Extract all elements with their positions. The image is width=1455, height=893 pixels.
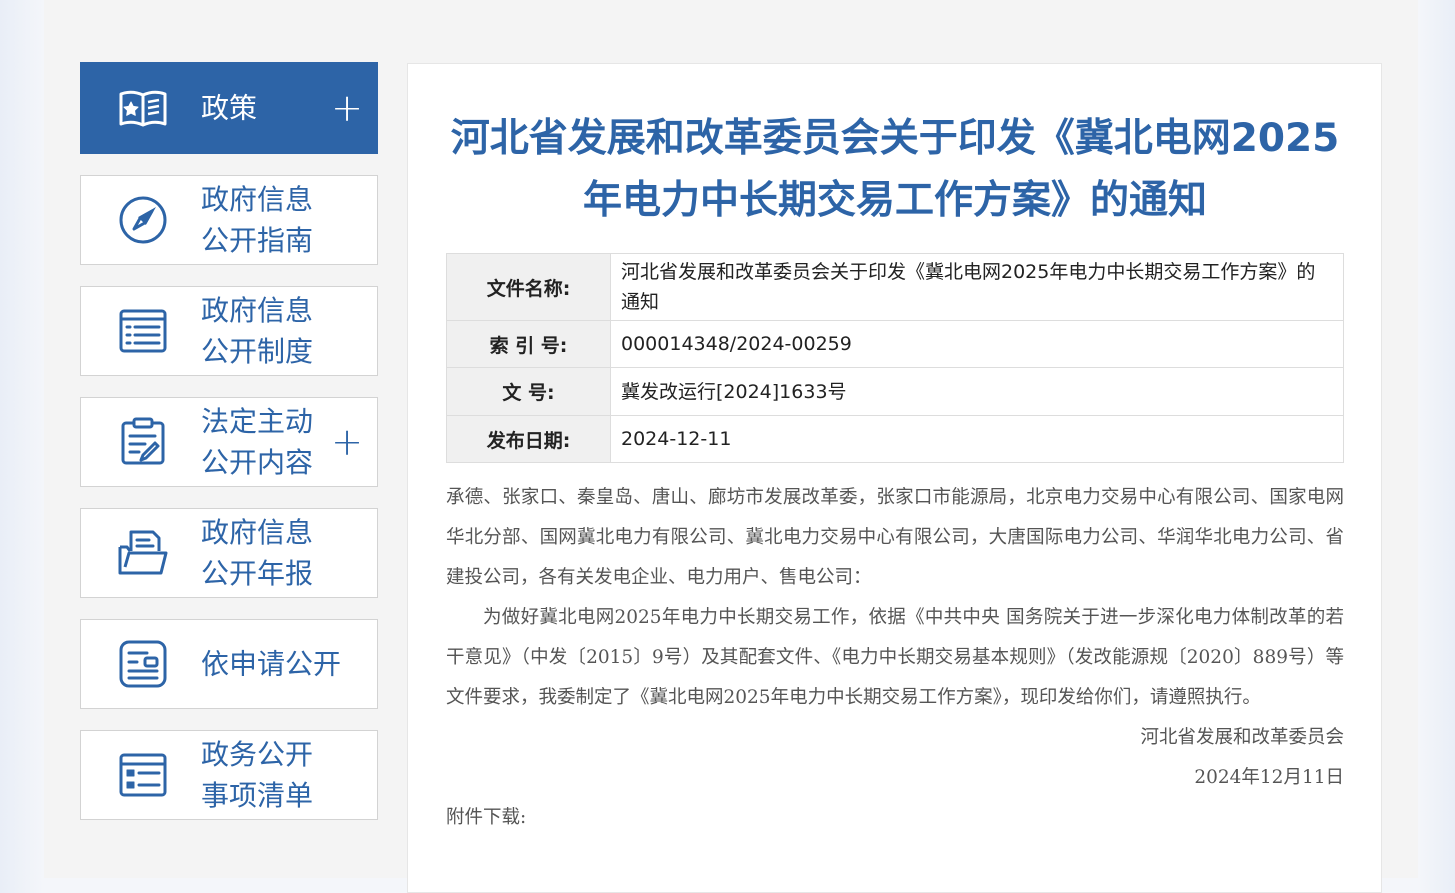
- recipients-paragraph: 承德、张家口、秦皇岛、唐山、廊坊市发展改革委，张家口市能源局，北京电力交易中心有…: [446, 487, 1344, 588]
- sidebar-nav: 政策 + 政府信息 公开指南 政府信息 公开制度 法定主动 公开内容 + 政府信…: [80, 62, 380, 841]
- meta-key-index: 索 引 号:: [446, 320, 611, 368]
- table-row: 文 号: 冀发改运行[2024]1633号: [446, 367, 1344, 416]
- id-card-icon: [117, 638, 169, 690]
- sidebar-item-label: 政府信息 公开制度: [201, 294, 314, 368]
- sidebar-item-statutory-content[interactable]: 法定主动 公开内容 +: [80, 397, 378, 487]
- meta-value-date: 2024-12-11: [610, 415, 1344, 463]
- meta-value-index: 000014348/2024-00259: [610, 320, 1344, 368]
- sidebar-item-label: 政务公开 事项清单: [201, 738, 314, 812]
- sidebar-item-affairs-list[interactable]: 政务公开 事项清单: [80, 730, 378, 820]
- sign-date: 2024年12月11日: [1194, 767, 1344, 788]
- signer: 河北省发展和改革委员会: [1140, 727, 1344, 748]
- meta-key-date: 发布日期:: [446, 415, 611, 463]
- sidebar-item-annual-report[interactable]: 政府信息 公开年报: [80, 508, 378, 598]
- body-paragraph: 为做好冀北电网2025年电力中长期交易工作，依据《中共中央 国务院关于进一步深化…: [446, 607, 1344, 708]
- document-meta-table: 文件名称: 河北省发展和改革委员会关于印发《冀北电网2025年电力中长期交易工作…: [446, 253, 1344, 463]
- article-body: 承德、张家口、秦皇岛、唐山、廊坊市发展改革委，张家口市能源局，北京电力交易中心有…: [446, 478, 1344, 838]
- sidebar-item-label: 政府信息 公开指南: [201, 183, 314, 257]
- folder-report-icon: [117, 527, 169, 579]
- list-board-icon: [117, 749, 169, 801]
- meta-value-name: 河北省发展和改革委员会关于印发《冀北电网2025年电力中长期交易工作方案》的通知: [610, 253, 1344, 321]
- table-row: 发布日期: 2024-12-11: [446, 415, 1344, 463]
- compass-icon: [117, 194, 169, 246]
- document-list-icon: [117, 305, 169, 357]
- expand-plus-icon[interactable]: +: [331, 423, 363, 461]
- article-title: 河北省发展和改革委员会关于印发《冀北电网2025年电力中长期交易工作方案》的通知: [450, 116, 1340, 223]
- sidebar-item-label: 政策: [201, 91, 258, 125]
- table-row: 文件名称: 河北省发展和改革委员会关于印发《冀北电网2025年电力中长期交易工作…: [446, 253, 1344, 321]
- table-row: 索 引 号: 000014348/2024-00259: [446, 320, 1344, 368]
- meta-value-docno: 冀发改运行[2024]1633号: [610, 367, 1344, 416]
- sidebar-item-label: 法定主动 公开内容: [201, 405, 314, 479]
- sidebar-item-label: 政府信息 公开年报: [201, 516, 314, 590]
- sidebar-item-apply-disclosure[interactable]: 依申请公开: [80, 619, 378, 709]
- sidebar-item-label: 依申请公开: [201, 647, 342, 681]
- meta-key-docno: 文 号:: [446, 367, 611, 416]
- book-star-icon: [117, 82, 169, 134]
- article-panel: 河北省发展和改革委员会关于印发《冀北电网2025年电力中长期交易工作方案》的通知…: [407, 63, 1382, 893]
- expand-plus-icon[interactable]: +: [331, 89, 363, 127]
- meta-key-name: 文件名称:: [446, 253, 611, 321]
- attachment-label: 附件下载:: [446, 807, 527, 828]
- sidebar-item-disclosure-guide[interactable]: 政府信息 公开指南: [80, 175, 378, 265]
- sidebar-item-policy[interactable]: 政策 +: [80, 62, 378, 154]
- clipboard-edit-icon: [117, 416, 169, 468]
- sidebar-item-disclosure-system[interactable]: 政府信息 公开制度: [80, 286, 378, 376]
